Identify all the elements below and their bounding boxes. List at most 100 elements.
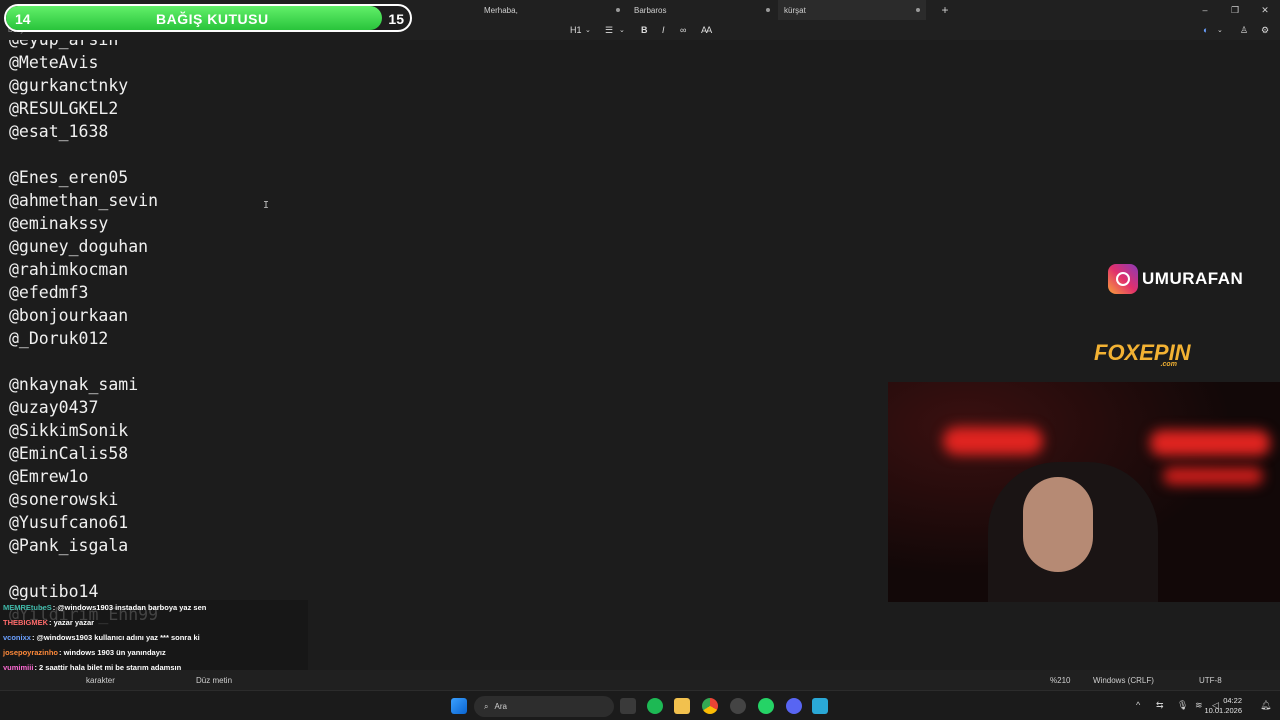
editor-line[interactable]: @EminCalis58: [9, 444, 128, 463]
whatsapp-icon[interactable]: [758, 698, 774, 714]
donation-title: BAĞIŞ KUTUSU: [156, 11, 269, 27]
tab-kursat[interactable]: kürşat: [778, 0, 926, 20]
minimize-button[interactable]: –: [1190, 0, 1220, 20]
search-icon: ⌕: [484, 701, 489, 711]
chevron-up-icon[interactable]: ^: [1136, 700, 1140, 710]
status-bar: karakter Düz metin %210 Windows (CRLF) U…: [0, 670, 1280, 690]
network-icon[interactable]: ⇆: [1156, 700, 1164, 711]
chevron-down-icon[interactable]: ⌄: [585, 23, 591, 37]
clear-format-icon[interactable]: Ꜳ: [701, 23, 712, 37]
tab-barbaros[interactable]: Barbaros: [628, 0, 776, 20]
windows-start-icon[interactable]: [451, 698, 467, 714]
chat-message: MEMREtubeS: @windows1903 instadan barboy…: [3, 603, 206, 612]
gear-icon[interactable]: ⚙: [1261, 23, 1269, 37]
editor-line[interactable]: @RESULGKEL2: [9, 99, 118, 118]
clock-date: 10.01.2026: [1204, 706, 1242, 715]
editor-line[interactable]: @rahimkocman: [9, 260, 128, 279]
system-clock[interactable]: 04:22 10.01.2026: [1204, 696, 1242, 716]
editor-line[interactable]: @Pank_isgala: [9, 536, 128, 555]
chat-text: : yazar yazar: [49, 618, 95, 627]
copilot-icon[interactable]: ◐: [1203, 23, 1208, 37]
list-icon[interactable]: ☰: [605, 23, 613, 37]
link-icon[interactable]: ∞: [680, 23, 686, 37]
clock-time: 04:22: [1223, 696, 1242, 705]
instagram-overlay: UMURAFAN: [1108, 264, 1270, 294]
chat-text: : @windows1903 kullanıcı adını yaz *** s…: [31, 633, 200, 642]
sponsor-logo: FOXEPIN .com: [1094, 338, 1268, 368]
chat-username: THEBIGMEK: [3, 618, 48, 627]
chat-message: THEBIGMEK: yazar yazar: [3, 618, 94, 627]
chat-username: MEMREtubeS: [3, 603, 52, 612]
editor-line[interactable]: @Yusufcano61: [9, 513, 128, 532]
editor-line[interactable]: @guney_doguhan: [9, 237, 148, 256]
editor-line[interactable]: @eyup_arsin: [9, 40, 118, 49]
webcam-feed: [888, 382, 1280, 602]
tab-modified-dot-icon[interactable]: [916, 8, 920, 12]
chat-message: vconixx: @windows1903 kullanıcı adını ya…: [3, 633, 200, 642]
close-button[interactable]: ✕: [1250, 0, 1280, 20]
taskbar-search[interactable]: ⌕ Ara: [474, 696, 614, 717]
taskbar: ⌕ Ara ^ ⇆ 🎙︎ ≋ ◁ 04:22 10.01.2026 🔔︎: [0, 690, 1280, 720]
lamp-light: [943, 427, 1043, 455]
encoding[interactable]: UTF-8: [1199, 676, 1222, 685]
format-label[interactable]: Düz metin: [196, 676, 232, 685]
sponsor-suffix: .com: [1160, 360, 1177, 368]
chrome-icon[interactable]: [702, 698, 718, 714]
editor-line[interactable]: @MeteAvis: [9, 53, 98, 72]
editor-line[interactable]: @bonjourkaan: [9, 306, 128, 325]
donation-end-value: 15: [388, 11, 404, 27]
text-cursor-icon: I: [263, 200, 270, 211]
chat-text: : windows 1903 ün yanındayız: [59, 648, 166, 657]
chat-message: josepoyrazinho: windows 1903 ün yanınday…: [3, 648, 166, 657]
editor-line[interactable]: @gurkanctnky: [9, 76, 128, 95]
editor-line[interactable]: @Emrew1o: [9, 467, 88, 486]
notepad-icon[interactable]: [812, 698, 828, 714]
chevron-down-icon[interactable]: ⌄: [619, 23, 625, 37]
donation-start-value: 14: [15, 11, 31, 27]
editor-line[interactable]: @ahmethan_sevin: [9, 191, 158, 210]
chat-text: : @windows1903 instadan barboya yaz sen: [52, 603, 207, 612]
instagram-handle: UMURAFAN: [1142, 269, 1244, 288]
search-label: Ara: [494, 702, 507, 711]
new-tab-button[interactable]: +: [930, 0, 960, 20]
italic-button[interactable]: I: [662, 23, 665, 37]
tab-modified-dot-icon[interactable]: [616, 8, 620, 12]
app-icon[interactable]: [730, 698, 746, 714]
chevron-down-icon[interactable]: ⌄: [1217, 23, 1223, 37]
char-count-label: karakter: [86, 676, 115, 685]
tab-modified-dot-icon[interactable]: [766, 8, 770, 12]
task-view-icon[interactable]: [620, 698, 636, 714]
editor-line[interactable]: @_Doruk012: [9, 329, 108, 348]
maximize-button[interactable]: ❐: [1220, 0, 1250, 20]
zoom-level[interactable]: %210: [1050, 676, 1070, 685]
file-explorer-icon[interactable]: [674, 698, 690, 714]
editor-line[interactable]: @sonerowski: [9, 490, 118, 509]
editor-line[interactable]: @eminakssy: [9, 214, 108, 233]
lamp-light: [1150, 430, 1270, 456]
editor-line[interactable]: @esat_1638: [9, 122, 108, 141]
heading-dropdown[interactable]: H1: [570, 23, 582, 37]
instagram-icon: [1108, 264, 1138, 294]
editor-line[interactable]: @efedmf3: [9, 283, 88, 302]
wifi-icon[interactable]: ≋: [1195, 700, 1203, 711]
tab-merhaba[interactable]: Merhaba,: [478, 0, 626, 20]
editor-line[interactable]: @nkaynak_sami: [9, 375, 138, 394]
notification-bell-icon[interactable]: 🔔︎: [1260, 700, 1271, 711]
editor-line[interactable]: @Enes_eren05: [9, 168, 128, 187]
chat-username: vconixx: [3, 633, 31, 642]
bold-button[interactable]: B: [641, 23, 648, 37]
chat-username: josepoyrazinho: [3, 648, 59, 657]
editor-line[interactable]: @gutibo14: [9, 582, 98, 601]
microphone-icon[interactable]: 🎙︎: [1177, 700, 1188, 711]
tab-label: kürşat: [784, 5, 806, 15]
discord-icon[interactable]: [786, 698, 802, 714]
editor-line[interactable]: @SikkimSonik: [9, 421, 128, 440]
donation-bar: 14 BAĞIŞ KUTUSU 15: [4, 4, 412, 32]
account-icon[interactable]: ♙: [1240, 23, 1248, 37]
line-ending[interactable]: Windows (CRLF): [1093, 676, 1154, 685]
spotify-icon[interactable]: [647, 698, 663, 714]
tab-label: Merhaba,: [484, 5, 518, 15]
tab-label: Barbaros: [634, 5, 667, 15]
editor-line[interactable]: @uzay0437: [9, 398, 98, 417]
lamp-light: [1163, 467, 1263, 485]
